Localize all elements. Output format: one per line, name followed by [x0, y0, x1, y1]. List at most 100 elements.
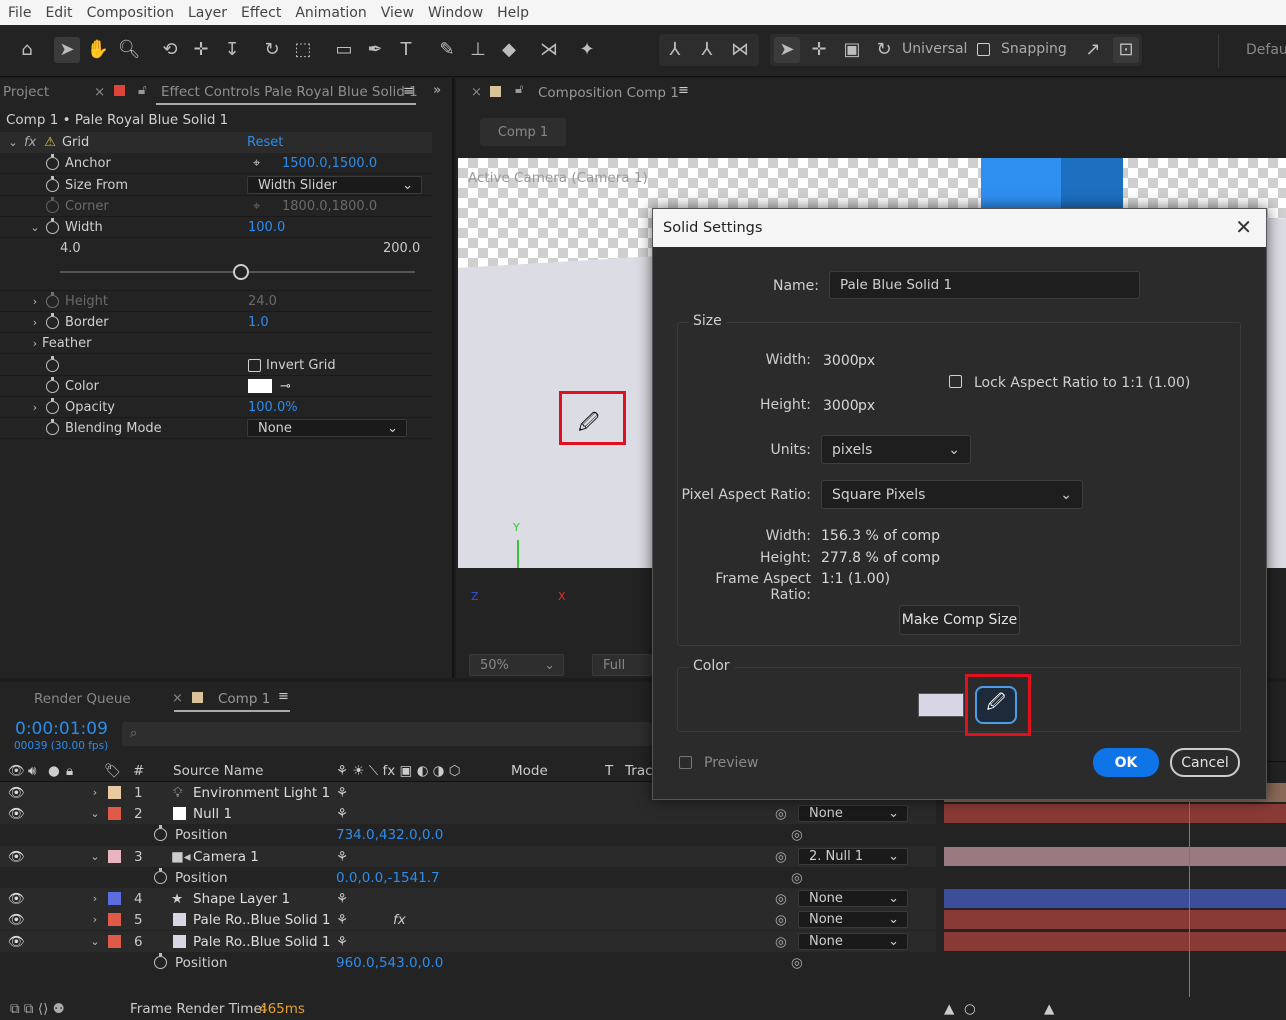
layer-row[interactable]: 👁︎ › 5 Pale Ro..Blue Solid 1 ⚘ fx ◎ None… — [0, 909, 936, 930]
pickwhip-icon[interactable]: ◎ — [791, 870, 803, 886]
zoom-out-icon[interactable]: ▲ — [944, 1001, 954, 1017]
layer-search-input[interactable]: ⌕ — [122, 722, 652, 746]
menu-animation[interactable]: Animation — [295, 5, 366, 21]
universal-label[interactable]: Universal — [902, 41, 967, 57]
layer-label-color[interactable] — [108, 807, 121, 820]
preview-checkbox[interactable] — [679, 756, 692, 773]
stopwatch-icon[interactable] — [154, 868, 167, 884]
rotation-tool-icon[interactable]: ↻ — [259, 37, 285, 63]
stopwatch-icon[interactable] — [46, 418, 59, 435]
comp-timeline-tab[interactable]: Comp 1 — [218, 691, 270, 707]
fx-icon[interactable]: fx — [24, 135, 36, 150]
collapse-chevron-icon[interactable]: ⌄ — [6, 136, 20, 149]
pickwhip-icon[interactable]: ◎ — [775, 806, 787, 822]
parent-dropdown[interactable]: None ⌄ — [798, 890, 908, 907]
eye-icon[interactable]: 👁︎ — [8, 763, 25, 779]
layer-duration-bar[interactable] — [944, 804, 1286, 823]
par-dropdown[interactable]: Square Pixels ⌄ — [821, 480, 1083, 509]
source-name-column[interactable]: Source Name — [173, 763, 264, 779]
units-dropdown[interactable]: pixels ⌄ — [821, 435, 971, 464]
close-tab-icon[interactable]: × — [471, 85, 482, 100]
layer-duration-bar[interactable] — [944, 847, 1286, 866]
zoom-slider-thumb[interactable]: ○ — [964, 1001, 976, 1017]
visibility-eye-icon[interactable]: 👁︎ — [8, 912, 25, 928]
menu-effect[interactable]: Effect — [241, 5, 281, 21]
expand-chevron-icon[interactable]: › — [88, 913, 102, 926]
lock-column-icon[interactable]: 🔒︎ — [66, 763, 73, 779]
size-from-dropdown[interactable]: Width Slider ⌄ — [247, 176, 422, 194]
selection-tool-icon[interactable]: ➤ — [54, 37, 80, 63]
layer-name[interactable]: Pale Ro..Blue Solid 1 — [193, 912, 330, 928]
blending-mode-dropdown[interactable]: None ⌄ — [247, 419, 407, 437]
lock-aspect-checkbox[interactable] — [949, 375, 962, 392]
collapse-chevron-icon[interactable]: ⌄ — [88, 807, 102, 820]
zoom-tool-icon[interactable]: 🔍︎ — [116, 37, 142, 63]
type-tool-icon[interactable]: T — [393, 37, 419, 63]
visibility-eye-icon[interactable]: 👁︎ — [8, 849, 25, 865]
stopwatch-icon[interactable] — [46, 376, 59, 393]
current-time-indicator[interactable] — [1189, 802, 1190, 997]
pan-camera-icon[interactable]: ✛ — [188, 37, 214, 63]
slider-thumb[interactable] — [233, 264, 249, 280]
eyedropper-icon[interactable]: ⊸ — [280, 379, 291, 394]
layer-duration-bar[interactable] — [944, 910, 1286, 929]
layer-duration-bar[interactable] — [944, 932, 1286, 951]
crosshair-icon[interactable]: ⌖ — [253, 156, 260, 171]
expand-chevron-icon[interactable]: › — [28, 401, 42, 414]
color-swatch[interactable] — [248, 379, 272, 393]
border-value[interactable]: 1.0 — [248, 315, 269, 330]
layer-duration-bar[interactable] — [944, 889, 1286, 908]
rectangle-tool-icon[interactable]: ▭ — [331, 37, 357, 63]
stopwatch-icon[interactable] — [46, 312, 59, 329]
layer-name[interactable]: Environment Light 1 — [193, 785, 330, 801]
position-value[interactable]: 0.0,0.0,-1541.7 — [336, 870, 440, 886]
pickwhip-icon[interactable]: ◎ — [775, 934, 787, 950]
width-value[interactable]: 3000 — [823, 353, 859, 369]
pickwhip-icon[interactable]: ◎ — [775, 912, 787, 928]
pickwhip-icon[interactable]: ◎ — [791, 955, 803, 971]
make-comp-size-button[interactable]: Make Comp Size — [899, 605, 1020, 635]
scale-gizmo-icon[interactable]: ▣ — [839, 37, 865, 63]
menu-window[interactable]: Window — [428, 5, 483, 21]
visibility-eye-icon[interactable]: 👁︎ — [8, 934, 25, 950]
toggle-switches-icon[interactable]: ⧉ ⧉ ⟨⟩ ⚉ — [10, 1001, 65, 1017]
menu-layer[interactable]: Layer — [188, 5, 227, 21]
pickwhip-icon[interactable]: ◎ — [775, 891, 787, 907]
layer-name[interactable]: Camera 1 — [193, 849, 259, 865]
home-icon[interactable]: ⌂ — [14, 37, 40, 63]
menu-help[interactable]: Help — [497, 5, 529, 21]
visibility-eye-icon[interactable]: 👁︎ — [8, 891, 25, 907]
zoom-dropdown[interactable]: 50% ⌄ — [469, 654, 564, 676]
visibility-eye-icon[interactable]: 👁︎ — [8, 806, 25, 822]
collapse-chevron-icon[interactable]: ⌄ — [28, 221, 42, 234]
shy-switch-icon[interactable]: ⚘ — [336, 785, 348, 801]
local-axis-icon[interactable]: ⅄ — [662, 37, 688, 63]
layer-label-color[interactable] — [108, 892, 121, 905]
project-tab[interactable]: Project — [3, 84, 49, 100]
stopwatch-icon[interactable] — [46, 153, 59, 170]
parent-dropdown[interactable]: None ⌄ — [798, 911, 908, 928]
pickwhip-icon[interactable]: ◎ — [775, 849, 787, 865]
ok-button[interactable]: OK — [1093, 748, 1159, 777]
layer-name[interactable]: Shape Layer 1 — [193, 891, 290, 907]
shy-switch-icon[interactable]: ⚘ — [336, 891, 348, 907]
name-field[interactable]: Pale Blue Solid 1 — [829, 271, 1140, 299]
fx-switch-icon[interactable]: fx — [393, 912, 406, 928]
world-axis-icon[interactable]: ⅄ — [694, 37, 720, 63]
pen-tool-icon[interactable]: ✒ — [362, 37, 388, 63]
current-timecode[interactable]: 0:00:01:09 — [15, 719, 108, 739]
shy-switch-icon[interactable]: ⚘ — [336, 806, 348, 822]
close-icon[interactable]: ✕ — [1235, 215, 1252, 239]
close-tab-icon[interactable]: × — [172, 691, 183, 706]
stopwatch-icon[interactable] — [46, 397, 59, 414]
solo-icon[interactable]: ● — [48, 763, 60, 779]
lock-icon[interactable]: 🔓︎ — [515, 82, 523, 97]
menu-edit[interactable]: Edit — [45, 5, 72, 21]
panel-menu-icon[interactable]: ≡ — [278, 689, 289, 704]
workspace-label[interactable]: Defau — [1246, 42, 1286, 58]
audio-icon[interactable]: 🔊︎ — [28, 763, 37, 779]
menu-file[interactable]: File — [8, 5, 31, 21]
close-tab-icon[interactable]: × — [94, 84, 105, 100]
resolution-dropdown[interactable]: Full — [592, 654, 652, 676]
panel-menu-icon[interactable]: ≡ — [403, 83, 414, 99]
